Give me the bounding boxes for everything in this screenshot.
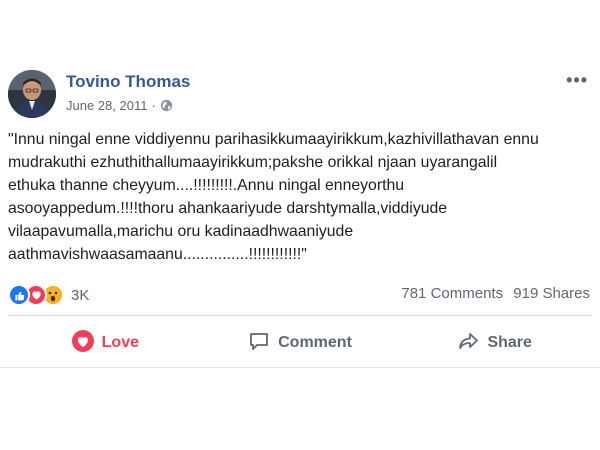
facebook-post: Tovino Thomas June 28, 2011 · ••• "Innu … xyxy=(0,0,600,450)
post-date[interactable]: June 28, 2011 xyxy=(66,98,147,113)
share-label: Share xyxy=(487,334,532,351)
like-icon xyxy=(8,284,30,306)
love-icon xyxy=(71,329,102,357)
author-avatar[interactable] xyxy=(8,70,56,118)
divider xyxy=(8,315,592,316)
globe-icon[interactable] xyxy=(160,99,173,112)
bottom-divider xyxy=(0,367,600,368)
comment-label: Comment xyxy=(278,334,352,351)
comment-icon xyxy=(248,330,278,357)
share-icon xyxy=(457,330,487,357)
reaction-count[interactable]: 3K xyxy=(71,287,89,304)
reactions-summary[interactable]: 3K xyxy=(8,284,89,306)
more-options-icon[interactable]: ••• xyxy=(566,70,588,91)
engagement-counts: 781 Comments 919 Shares xyxy=(395,285,590,302)
post-text: "Innu ningal enne viddiyennu parihasikku… xyxy=(8,131,539,263)
action-bar: Love Comment Share xyxy=(8,325,592,361)
meta-separator: · xyxy=(151,98,156,113)
shares-count[interactable]: 919 Shares xyxy=(513,285,590,302)
love-label: Love xyxy=(101,334,139,351)
avatar-image xyxy=(8,70,56,118)
share-button[interactable]: Share xyxy=(397,325,592,361)
love-button[interactable]: Love xyxy=(8,325,203,361)
post-meta: June 28, 2011 · xyxy=(66,98,173,113)
comment-button[interactable]: Comment xyxy=(203,325,398,361)
author-name[interactable]: Tovino Thomas xyxy=(66,72,190,92)
comments-count[interactable]: 781 Comments xyxy=(401,285,503,302)
